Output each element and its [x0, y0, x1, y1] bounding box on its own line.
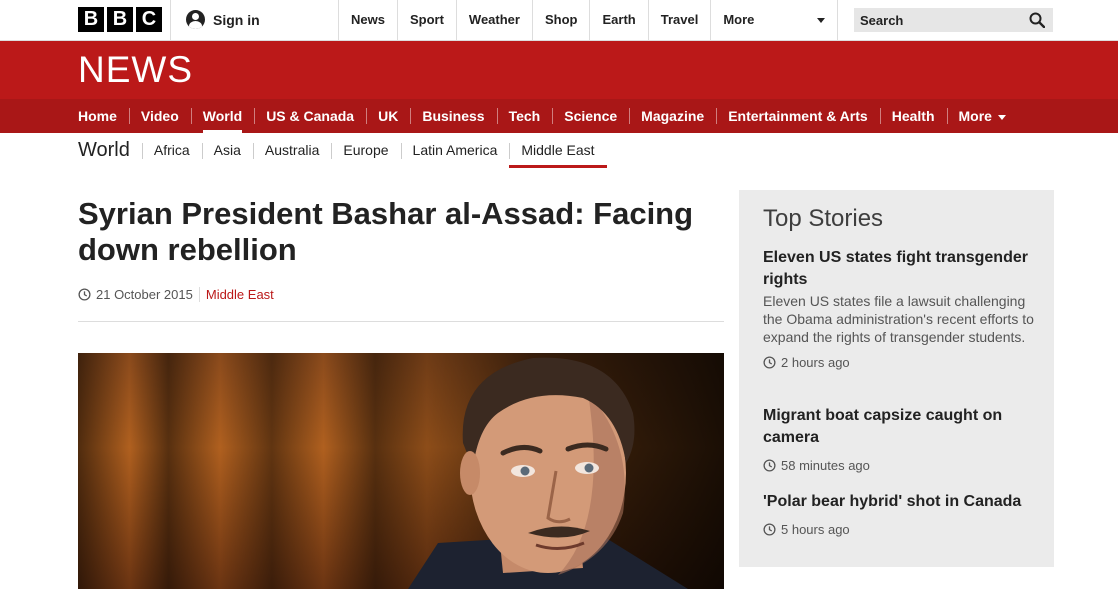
global-nav-news[interactable]: News [338, 0, 397, 40]
global-header: B B C Sign in News Sport Weather Shop Ea… [0, 0, 1118, 41]
article-meta: 21 October 2015 Middle East [78, 287, 274, 302]
top-stories-title: Top Stories [763, 205, 884, 232]
search-box [854, 8, 1053, 32]
top-story-headline[interactable]: 'Polar bear hybrid' shot in Canada [763, 491, 1038, 513]
global-nav-shop[interactable]: Shop [531, 0, 590, 40]
header-divider [170, 0, 171, 40]
sub-nav-europe[interactable]: Europe [331, 133, 400, 168]
sub-nav-australia[interactable]: Australia [252, 133, 331, 168]
top-story-time-text: 2 hours ago [781, 355, 850, 370]
search-input[interactable] [860, 12, 1010, 28]
section-nav-tech[interactable]: Tech [496, 99, 553, 133]
top-stories-panel: Top Stories Eleven US states fight trans… [739, 190, 1054, 567]
top-story-time-text: 5 hours ago [781, 522, 850, 537]
section-nav-entertainment-arts[interactable]: Entertainment & Arts [716, 99, 880, 133]
clock-icon [763, 523, 776, 536]
global-nav-sport[interactable]: Sport [396, 0, 456, 40]
sign-in-label: Sign in [213, 11, 260, 28]
bbc-logo-letter: C [136, 7, 162, 32]
top-story-timestamp: 5 hours ago [763, 522, 1038, 537]
news-banner: NEWS [0, 41, 1118, 99]
portrait-illustration [408, 357, 688, 589]
section-nav-uk[interactable]: UK [366, 99, 410, 133]
top-story-headline[interactable]: Migrant boat capsize caught on camera [763, 405, 1038, 449]
section-nav-video[interactable]: Video [128, 99, 191, 133]
top-story-item[interactable]: 'Polar bear hybrid' shot in Canada 5 hou… [763, 491, 1038, 537]
clock-icon [763, 459, 776, 472]
article-hero-image [78, 353, 724, 589]
sub-nav-latin-america[interactable]: Latin America [400, 133, 510, 168]
article-date-text: 21 October 2015 [96, 287, 193, 302]
section-nav: Home Video World US & Canada UK Business… [0, 99, 1118, 133]
article-divider [78, 321, 724, 322]
sub-nav: World Africa Asia Australia Europe Latin… [78, 133, 607, 168]
article-section-link[interactable]: Middle East [200, 287, 274, 302]
section-nav-world[interactable]: World [190, 99, 254, 133]
global-nav-weather[interactable]: Weather [455, 0, 532, 40]
top-story-headline[interactable]: Eleven US states fight transgender right… [763, 247, 1038, 291]
caret-down-icon [997, 114, 1006, 120]
article-headline: Syrian President Bashar al-Assad: Facing… [78, 196, 694, 267]
section-nav-home[interactable]: Home [78, 99, 129, 133]
global-nav-earth[interactable]: Earth [589, 0, 647, 40]
news-logo[interactable]: NEWS [78, 49, 193, 91]
global-nav-more-button[interactable]: More [710, 0, 839, 40]
section-nav-more-button[interactable]: More [946, 99, 1018, 133]
top-story-timestamp: 2 hours ago [763, 355, 1038, 370]
sub-nav-africa[interactable]: Africa [141, 133, 202, 168]
sign-in-link[interactable]: Sign in [186, 10, 260, 29]
top-story-time-text: 58 minutes ago [781, 458, 870, 473]
sub-nav-middle-east[interactable]: Middle East [509, 133, 607, 168]
clock-icon [763, 356, 776, 369]
section-nav-magazine[interactable]: Magazine [629, 99, 716, 133]
global-nav-travel[interactable]: Travel [647, 0, 711, 40]
bbc-logo[interactable]: B B C [78, 7, 162, 32]
section-nav-more-label: More [958, 108, 992, 124]
section-nav-business[interactable]: Business [410, 99, 496, 133]
top-story-timestamp: 58 minutes ago [763, 458, 1038, 473]
bbc-logo-letter: B [78, 7, 104, 32]
top-story-item[interactable]: Migrant boat capsize caught on camera 58… [763, 405, 1038, 473]
user-icon [186, 10, 205, 29]
clock-icon [78, 288, 91, 301]
global-nav-more-label: More [723, 12, 755, 27]
section-nav-science[interactable]: Science [552, 99, 629, 133]
article-date: 21 October 2015 [78, 287, 200, 302]
section-nav-us-canada[interactable]: US & Canada [254, 99, 366, 133]
top-story-summary: Eleven US states file a lawsuit challeng… [763, 293, 1034, 345]
sub-nav-asia[interactable]: Asia [201, 133, 253, 168]
caret-down-icon [817, 17, 826, 23]
search-icon[interactable] [1029, 12, 1045, 28]
section-title[interactable]: World [78, 139, 142, 162]
bbc-logo-letter: B [107, 7, 133, 32]
section-nav-health[interactable]: Health [879, 99, 947, 133]
global-nav: News Sport Weather Shop Earth Travel Mor… [338, 0, 839, 40]
top-story-item[interactable]: Eleven US states fight transgender right… [763, 247, 1038, 370]
